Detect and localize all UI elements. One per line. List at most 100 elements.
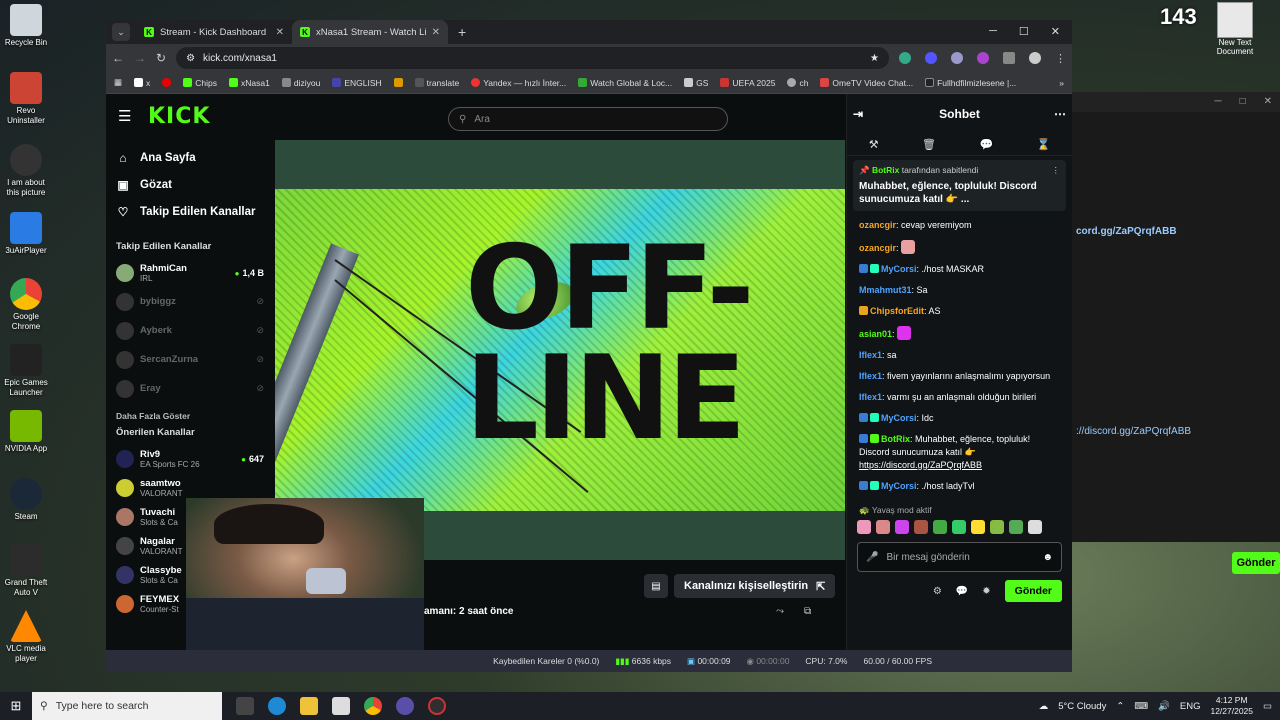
chat-link[interactable]: https://discord.gg/ZaPQrqfABB [859, 460, 982, 470]
chat-username[interactable]: asian01 [859, 329, 892, 339]
chat-menu-icon[interactable]: ⋯ [1054, 107, 1066, 121]
weather-text[interactable]: 5°C Cloudy [1058, 701, 1106, 712]
bookmark-item[interactable]: xNasa1 [229, 78, 270, 88]
theater-mode-icon[interactable]: ⧉ [804, 606, 811, 617]
pinned-menu-icon[interactable]: ⋮ [1052, 165, 1061, 176]
followed-channel[interactable]: bybiggz ⊘ [116, 287, 274, 316]
tab-xnasa1-stream[interactable]: KxNasa1 Stream - Watch Live on ✕ [292, 20, 448, 44]
back-icon[interactable]: ← [112, 51, 124, 65]
followed-channel[interactable]: Eray ⊘ [116, 374, 274, 403]
close-tab-icon[interactable]: ✕ [432, 27, 440, 38]
puzzle-icon[interactable] [1003, 52, 1015, 64]
chat-input[interactable]: 🎤 Bir mesaj gönderin ☻ [857, 542, 1062, 572]
file-explorer-icon[interactable] [300, 697, 318, 715]
search-input[interactable]: ⚲ Ara [448, 107, 728, 131]
chat-username[interactable]: BotRix [881, 434, 910, 444]
show-more-link[interactable]: Daha Fazla Göster [116, 411, 274, 421]
discord-icon[interactable] [396, 697, 414, 715]
bookmark-item[interactable]: Yandex — hızlı İnter... [471, 78, 566, 88]
chat-username[interactable]: MyCorsi [881, 264, 917, 274]
edge-icon[interactable] [268, 697, 286, 715]
bookmark-star-icon[interactable]: ★ [870, 53, 879, 64]
chat-username[interactable]: ChipsforEdit [870, 306, 924, 316]
chat-username[interactable]: ozancgir [859, 220, 896, 230]
windows-start-icon[interactable]: ⊞ [0, 698, 32, 714]
emote-icon[interactable] [1009, 520, 1023, 534]
forward-icon[interactable]: → [134, 51, 146, 65]
profile-icon[interactable] [1029, 52, 1041, 64]
minimize-icon[interactable]: ─ [1214, 96, 1221, 108]
hammer-icon[interactable]: ⚒ [869, 138, 879, 151]
chat-username[interactable]: Mmahmut31 [859, 285, 912, 295]
clock[interactable]: 4:12 PM 12/27/2025 [1210, 695, 1253, 717]
kick-logo[interactable]: KICK [148, 104, 210, 129]
bookmark-item[interactable]: Chips [183, 78, 217, 88]
store-icon[interactable] [332, 697, 350, 715]
desktop-icon-new-text[interactable]: 143 New Text Document [1160, 2, 1270, 56]
minimize-icon[interactable]: ─ [989, 25, 997, 38]
microphone-icon[interactable]: 🎤 [866, 552, 878, 563]
close-icon[interactable]: ✕ [1264, 96, 1272, 108]
chat-username[interactable]: MyCorsi [881, 481, 917, 491]
chrome-icon[interactable] [364, 697, 382, 715]
bookmark-item[interactable] [162, 78, 172, 87]
followed-channel[interactable]: Ayberk ⊘ [116, 316, 274, 345]
desktop-icon-steam[interactable]: Steam [2, 478, 50, 522]
extension-icon[interactable] [899, 52, 911, 64]
language-indicator[interactable]: ENG [1180, 701, 1201, 712]
extension-icon[interactable] [951, 52, 963, 64]
customize-channel-button[interactable]: Kanalınızı kişiselleştirin ⇱ [674, 574, 836, 598]
emote-icon[interactable] [933, 520, 947, 534]
apps-icon[interactable]: ▦ [114, 77, 122, 88]
bookmark-item[interactable]: GS [684, 78, 708, 88]
chat-username[interactable]: Iflex1 [859, 371, 882, 381]
tray-expand-icon[interactable]: ⌃ [1116, 701, 1124, 712]
maximize-icon[interactable]: □ [1240, 96, 1246, 108]
trash-icon[interactable]: 🗑 [922, 138, 936, 151]
bookmark-item[interactable]: Watch Global & Loc... [578, 78, 672, 88]
bookmark-item[interactable]: x [134, 78, 150, 88]
emote-icon[interactable] [971, 520, 985, 534]
desktop-icon-vlc[interactable]: VLC media player [2, 610, 50, 664]
desktop-icon-picture[interactable]: I am about this picture [2, 144, 50, 198]
bookmark-item[interactable]: diziyou [281, 78, 320, 88]
more-bookmarks-icon[interactable]: » [1059, 78, 1064, 88]
task-view-icon[interactable] [236, 697, 254, 715]
nav-home[interactable]: ⌂ Ana Sayfa [116, 144, 274, 171]
url-field[interactable]: ⚙ kick.com/xnasa1 ★ [176, 47, 889, 69]
emoji-icon[interactable]: ☻ [1042, 552, 1053, 563]
nav-following[interactable]: ♡ Takip Edilen Kanallar [116, 198, 274, 225]
emote-icon[interactable] [1028, 520, 1042, 534]
emote-icon[interactable] [990, 520, 1004, 534]
notification-icon[interactable]: ▭ [1263, 701, 1272, 712]
badge-settings-icon[interactable]: ✹ [982, 586, 990, 597]
chat-bubble-icon[interactable]: 💬 [979, 138, 993, 151]
bookmark-item[interactable]: translate [414, 78, 459, 88]
hourglass-icon[interactable]: ⌛ [1037, 138, 1051, 151]
menu-icon[interactable]: ⋮ [1055, 52, 1066, 65]
chat-username[interactable]: Iflex1 [859, 350, 882, 360]
tab-search-icon[interactable]: ⌄ [112, 23, 130, 41]
side-send-button[interactable]: Gönder [1232, 552, 1280, 574]
nav-browse[interactable]: ▣ Gözat [116, 171, 274, 198]
emote-icon[interactable] [876, 520, 890, 534]
pinned-message[interactable]: 📌 BotRix tarafından sabitlendi ⋮ Muhabbet… [853, 160, 1066, 211]
bookmark-item[interactable] [393, 78, 403, 87]
bookmark-item[interactable]: Fullhdfilmizlesene |... [925, 78, 1016, 88]
obs-icon[interactable] [428, 697, 446, 715]
chat-username[interactable]: ozancgir [859, 243, 896, 253]
desktop-icon-recycle-bin[interactable]: Recycle Bin [2, 4, 50, 48]
emote-icon[interactable] [914, 520, 928, 534]
hamburger-menu-icon[interactable]: ☰ [118, 107, 144, 125]
bookmark-item[interactable]: UEFA 2025 [720, 78, 775, 88]
desktop-icon-revo[interactable]: Revo Uninstaller [2, 72, 50, 126]
share-icon[interactable]: ⤳ [776, 606, 784, 617]
close-icon[interactable]: ✕ [1051, 25, 1060, 38]
maximize-icon[interactable]: ☐ [1019, 25, 1029, 38]
bookmark-item[interactable]: OmeTV Video Chat... [820, 78, 913, 88]
chat-username[interactable]: Iflex1 [859, 392, 882, 402]
weather-icon[interactable]: ☁ [1039, 701, 1049, 712]
video-player[interactable]: OFF- LINE [275, 140, 845, 560]
followed-channel[interactable]: RahmiCanIRL 1,4 B [116, 258, 274, 287]
followed-channel[interactable]: SercanZurna ⊘ [116, 345, 274, 374]
